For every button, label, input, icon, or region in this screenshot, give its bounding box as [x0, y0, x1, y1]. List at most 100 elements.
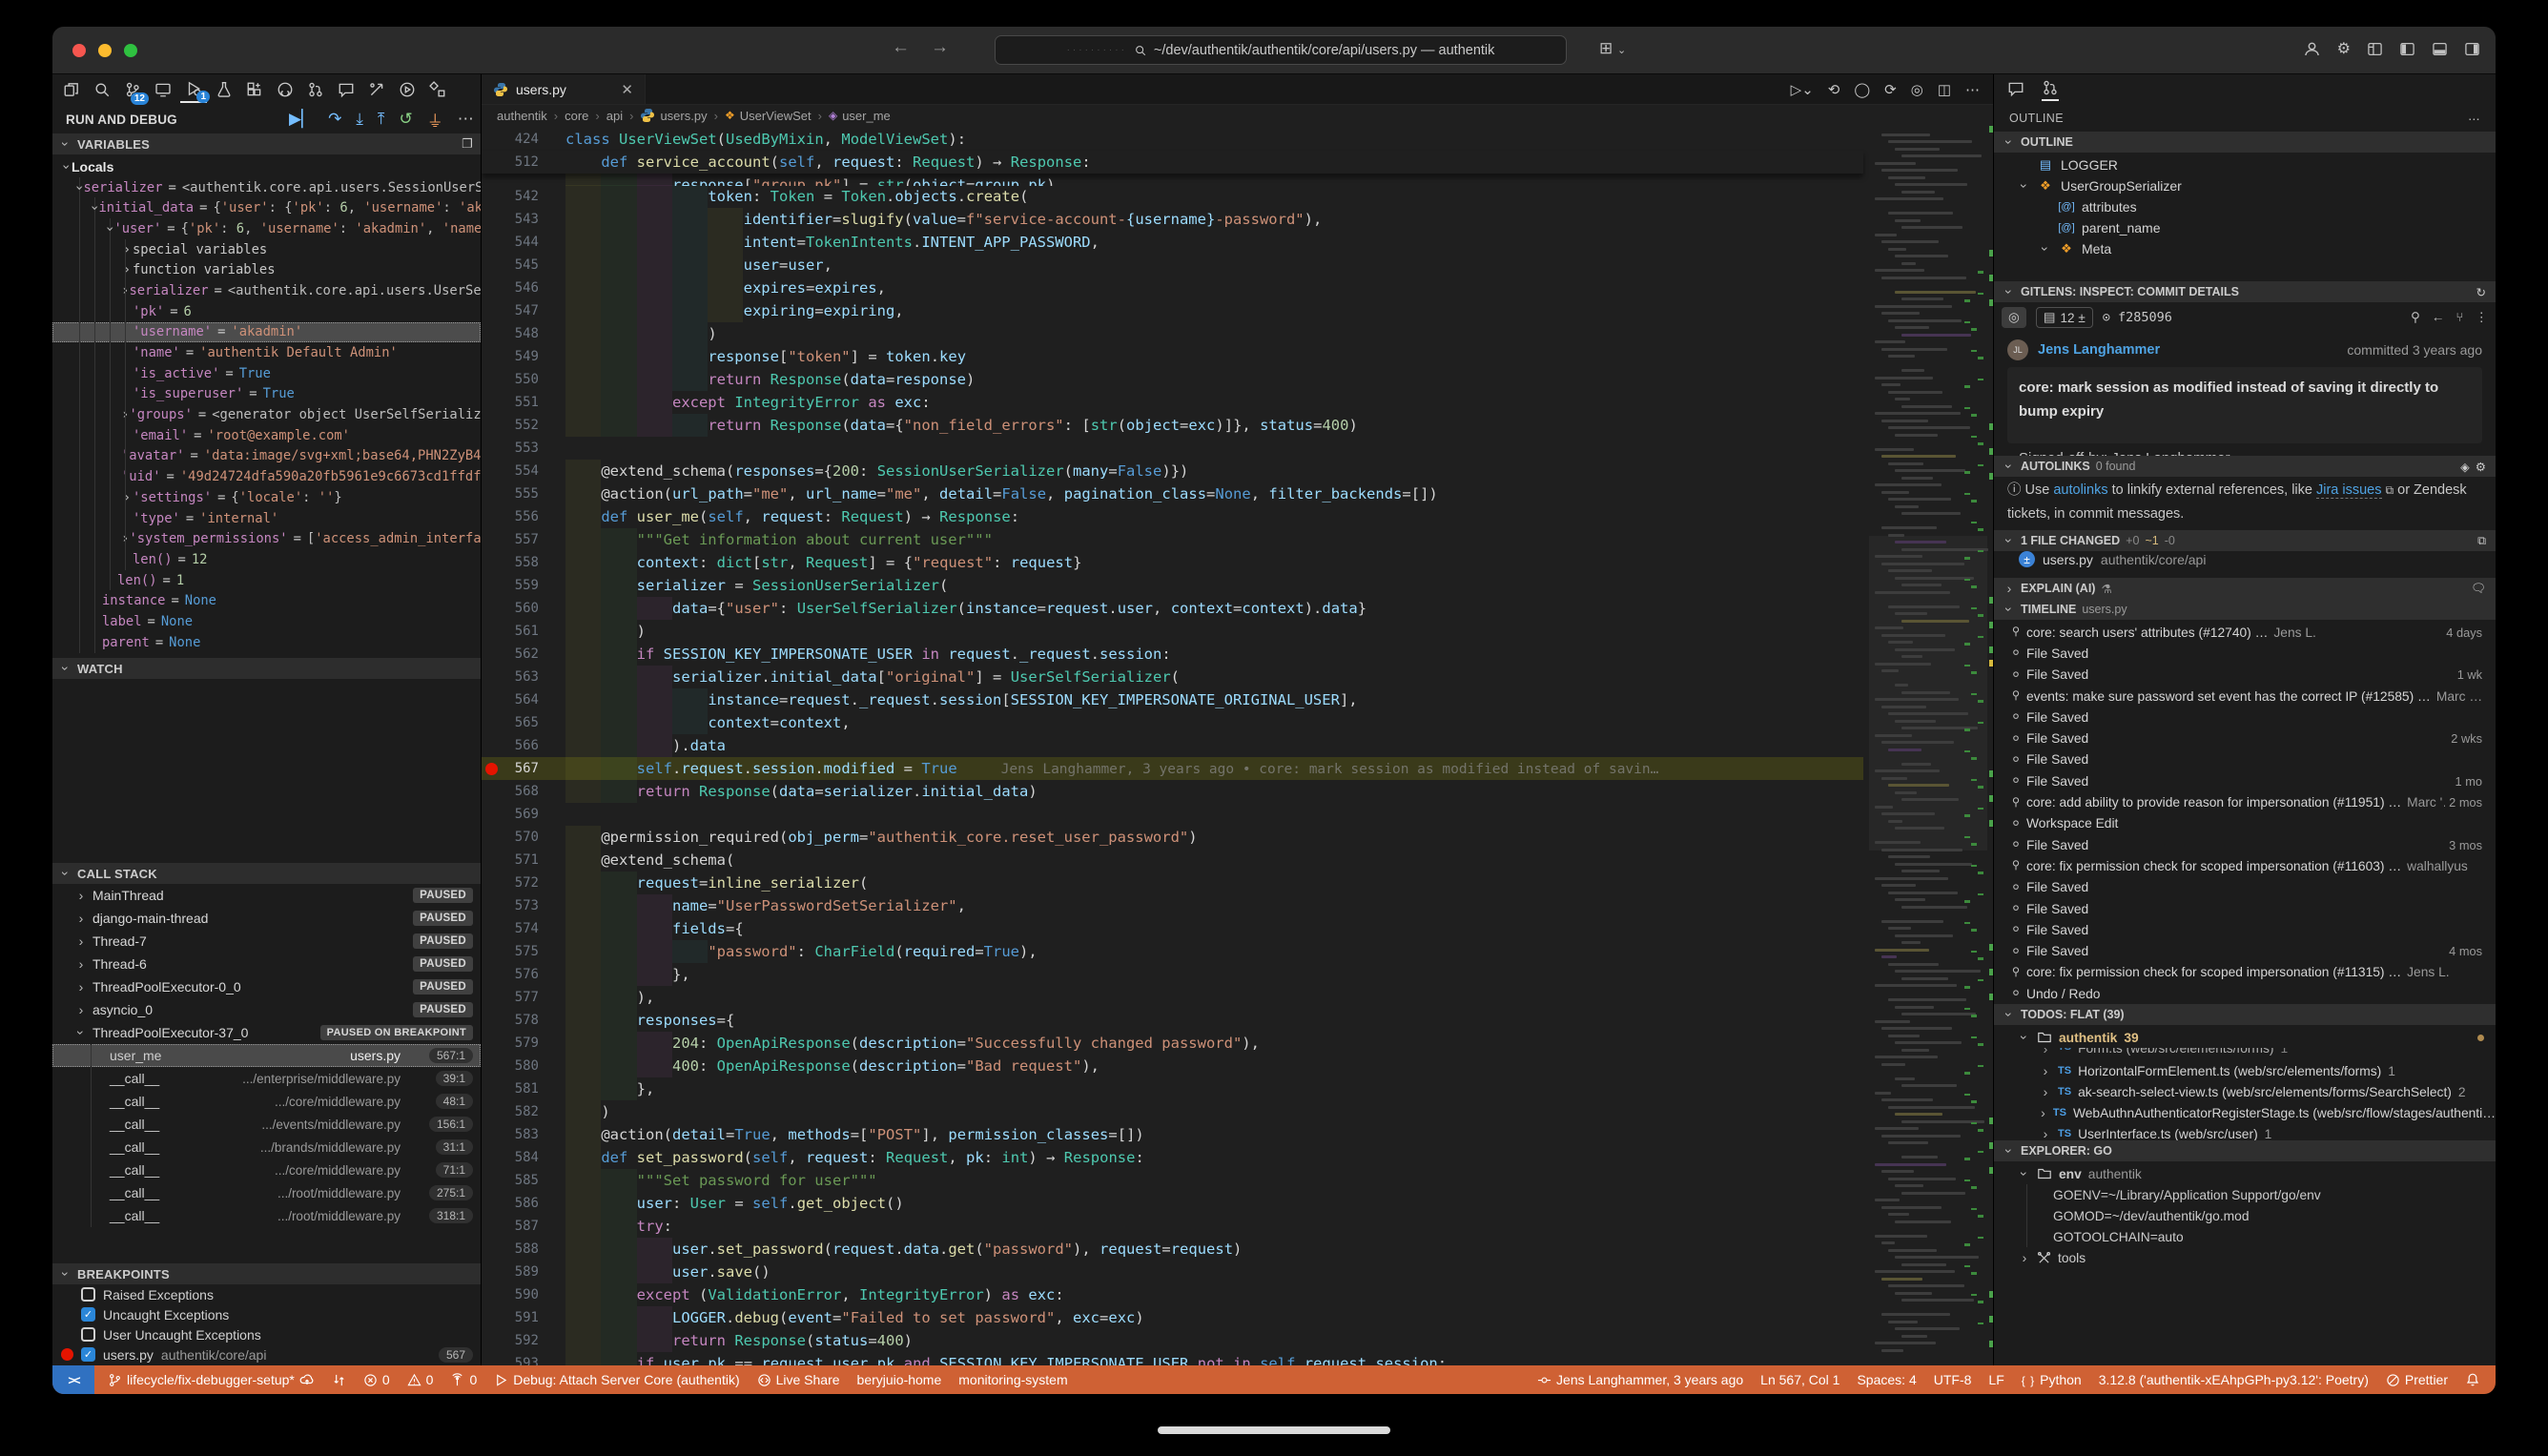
call-stack-frame[interactable]: __call__.../brands/middleware.py31:1 [52, 1136, 481, 1159]
close-window-button[interactable] [72, 44, 86, 57]
account-icon[interactable] [2303, 40, 2321, 58]
line-number[interactable]: 552 [482, 414, 539, 437]
layout-icon[interactable] [2367, 41, 2383, 57]
timeline-item[interactable]: events: make sure password set event has… [1994, 686, 2496, 707]
back-icon[interactable]: ← [892, 37, 910, 58]
call-stack-thread[interactable]: ›ThreadPoolExecutor-0_0PAUSED [52, 975, 481, 998]
call-stack-frame[interactable]: __call__.../core/middleware.py48:1 [52, 1090, 481, 1113]
line-number[interactable]: 562 [482, 643, 539, 666]
status-item-compare-changes[interactable] [332, 1373, 346, 1387]
line-number[interactable]: 565 [482, 711, 539, 734]
step-back-icon[interactable]: ⟲ [1828, 81, 1840, 98]
variable-row[interactable]: label=None [52, 611, 481, 632]
variable-row[interactable]: ›serializer=<authentik.core.api.users.Se… [52, 177, 481, 198]
record-icon[interactable]: ◯ [1854, 81, 1870, 98]
line-number[interactable]: 542 [482, 185, 539, 208]
files-changed-section-header[interactable]: › 1 FILE CHANGED +0 ~1 -0 ⧉ [1994, 530, 2496, 551]
line-number[interactable]: 589 [482, 1261, 539, 1283]
todo-item[interactable]: ›TSWebAuthnAuthenticatorRegisterStage.ts… [1994, 1102, 2496, 1123]
timeline-item[interactable]: File Saved1 wk [1994, 665, 2496, 686]
comment-icon[interactable]: 🗨 [2471, 582, 2486, 596]
line-number[interactable]: 546 [482, 277, 539, 299]
pin-icon[interactable]: ⚲ [2411, 310, 2420, 325]
line-number[interactable]: 561 [482, 620, 539, 643]
call-stack-frame[interactable]: __call__.../root/middleware.py275:1 [52, 1181, 481, 1204]
timeline-item[interactable]: core: fix permission check for scoped im… [1994, 962, 2496, 983]
line-number[interactable]: 590 [482, 1283, 539, 1306]
variable-row[interactable]: 'uid'='49d24724dfa590a20fb5961e9c6673cd1… [52, 466, 481, 487]
variable-row[interactable]: 'email'='root@example.com' [52, 425, 481, 446]
minimize-window-button[interactable] [98, 44, 112, 57]
timeline-item[interactable]: File Saved [1994, 877, 2496, 898]
line-number[interactable]: 579 [482, 1032, 539, 1055]
variable-row[interactable]: 'type'='internal' [52, 508, 481, 529]
activity-item-search[interactable] [89, 76, 115, 103]
status-item-lf[interactable]: LF [1988, 1372, 2003, 1387]
line-number[interactable]: 586 [482, 1192, 539, 1215]
line-number[interactable]: 572 [482, 872, 539, 894]
checkbox-checked[interactable]: ✓ [81, 1307, 95, 1322]
outline-item-usergroupserializer[interactable]: ›❖UserGroupSerializer [1994, 175, 2496, 196]
status-item-0[interactable]: 0 [450, 1372, 477, 1387]
autolinks-section-header[interactable]: › AUTOLINKS 0 found ◈ ⚙ [1994, 456, 2496, 477]
status-item-monitoringsystem[interactable]: monitoring-system [958, 1372, 1067, 1387]
go-tools-row[interactable]: ›tools [1994, 1247, 2496, 1268]
status-item-spaces[interactable]: Spaces: 4 [1857, 1372, 1916, 1387]
commit-files-badge[interactable]: ▤ 12 ± [2036, 307, 2093, 328]
line-number[interactable]: 563 [482, 666, 539, 688]
breakpoint-row[interactable]: ✓Uncaught Exceptions [52, 1304, 481, 1324]
line-number[interactable]: 575 [482, 940, 539, 963]
timeline-item[interactable]: File Saved3 mos [1994, 834, 2496, 855]
comments-tab-icon[interactable] [2007, 80, 2024, 100]
timeline-item[interactable]: File Saved [1994, 749, 2496, 770]
variable-row[interactable]: 'pk'=6 [52, 301, 481, 322]
panel-left-icon[interactable] [2399, 41, 2415, 57]
activity-item-comments[interactable] [333, 76, 360, 103]
variable-row[interactable]: ›initial_data={'user': {'pk': 6, 'userna… [52, 197, 481, 218]
variable-row[interactable]: parent=None [52, 632, 481, 653]
autolinks-link[interactable]: autolinks [2053, 482, 2107, 498]
step-forward-icon[interactable]: ⟳ [1884, 81, 1897, 98]
variable-row[interactable]: 'username'='akadmin' [52, 322, 481, 343]
line-number[interactable]: 592 [482, 1329, 539, 1352]
debug-continue-icon[interactable]: ▶▏ [289, 110, 314, 129]
line-number[interactable]: 568 [482, 780, 539, 803]
call-stack-frame[interactable]: __call__.../root/middleware.py318:1 [52, 1204, 481, 1227]
timeline-section-header[interactable]: › TIMELINE users.py [1994, 599, 2496, 620]
status-item-0[interactable]: 0 [407, 1372, 434, 1387]
timeline-item[interactable]: File Saved [1994, 919, 2496, 940]
tab-users-py[interactable]: users.py ✕ [482, 74, 646, 104]
variable-row[interactable]: len()=12 [52, 549, 481, 570]
line-number[interactable]: 578 [482, 1009, 539, 1032]
watch-section-header[interactable]: › WATCH [52, 658, 481, 679]
line-number[interactable]: 424 [482, 128, 539, 151]
gear-icon[interactable]: ⚙ [2476, 460, 2486, 474]
line-number[interactable]: 512 [482, 151, 539, 174]
variables-section-header[interactable]: › VARIABLES ❐ [52, 133, 481, 154]
activity-item-source-control[interactable]: 12 [119, 76, 146, 103]
status-item-lifecyclefixdebuggersetup[interactable]: lifecycle/fix-debugger-setup* [108, 1372, 315, 1387]
autolink-add-icon[interactable]: ◈ [2460, 460, 2470, 474]
line-number[interactable]: 582 [482, 1100, 539, 1123]
line-number[interactable]: 547 [482, 299, 539, 322]
activity-item-run-and-debug[interactable]: 1 [180, 76, 207, 103]
breadcrumb-item-user_me[interactable]: ◈user_me [829, 109, 891, 123]
line-number[interactable]: 573 [482, 894, 539, 917]
line-number[interactable]: 591 [482, 1306, 539, 1329]
timeline-item[interactable]: core: search users' attributes (#12740) … [1994, 622, 2496, 643]
debug-step-out-icon[interactable]: ⤒ [378, 110, 385, 129]
breakpoint-row[interactable]: Raised Exceptions [52, 1284, 481, 1304]
outline-item-logger[interactable]: ▤LOGGER [1994, 154, 2496, 175]
timeline-item[interactable]: File Saved [1994, 643, 2496, 664]
debug-step-over-icon[interactable]: ↷ [328, 110, 341, 129]
variable-row[interactable]: ›function variables [52, 259, 481, 280]
timeline-item[interactable]: File Saved4 mos [1994, 941, 2496, 962]
changed-file-row[interactable]: ± users.py authentik/core/api [2019, 551, 2206, 567]
timeline-item[interactable]: File Saved [1994, 898, 2496, 919]
status-item-prettier[interactable]: Prettier [2386, 1372, 2448, 1387]
activity-item-testing[interactable] [211, 76, 237, 103]
timeline-item[interactable]: Workspace Edit [1994, 813, 2496, 834]
minimap[interactable] [1869, 126, 1987, 1365]
breakpoint-row[interactable]: User Uncaught Exceptions [52, 1324, 481, 1344]
call-stack-thread[interactable]: ›MainThreadPAUSED [52, 884, 481, 907]
